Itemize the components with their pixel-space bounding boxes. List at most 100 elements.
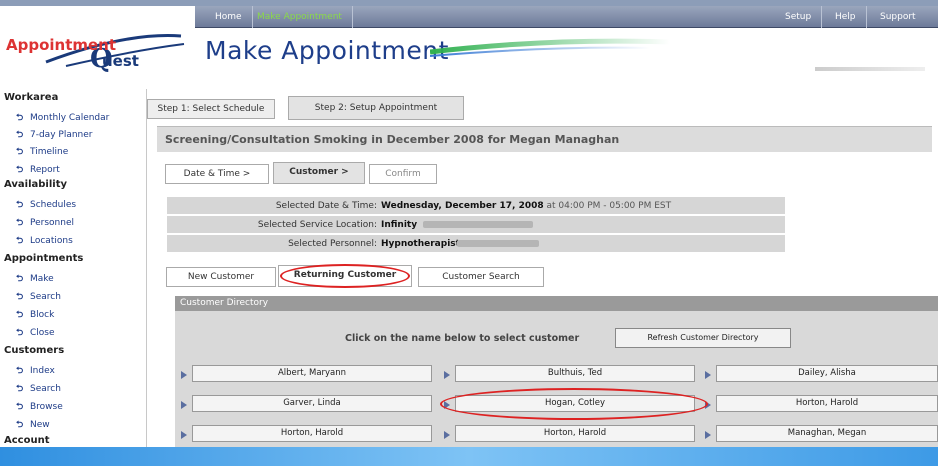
logo-text-2: uest [102,52,139,70]
sidebar-item-label: Report [30,165,60,175]
customer-horton-harold[interactable]: Horton, Harold [716,395,938,412]
redacted-block [457,240,539,247]
appointment-header: Screening/Consultation Smoking in Decemb… [157,126,932,152]
sidebar-item-label: Personnel [30,218,74,228]
customer-horton-harold[interactable]: Horton, Harold [192,425,432,442]
highlight-oval [280,264,410,288]
sidebar-item-new[interactable]: ⮌ New [16,417,50,433]
page-title: Make Appointment [205,36,449,65]
appointment-header-text: Screening/Consultation Smoking in Decemb… [165,133,620,146]
date-text: Wednesday, December 17, 2008 [381,201,544,211]
sidebar-item-label: New [30,420,50,430]
arrow-icon: ⮌ [16,328,24,338]
sidebar-item-7day-planner[interactable]: ⮌ 7-day Planner [16,127,92,143]
sidebar-item-timeline[interactable]: ⮌ Timeline [16,144,68,160]
sidebar-item-block[interactable]: ⮌ Block [16,307,54,323]
play-icon [444,431,450,439]
sidebar-item-label: Schedules [30,200,77,210]
arrow-icon: ⮌ [16,384,24,394]
tab-step-1[interactable]: Step 1: Select Schedule [147,99,275,119]
highlight-oval [440,388,708,420]
tab-confirm[interactable]: Confirm [369,164,437,184]
arrow-icon: ⮌ [16,236,24,246]
taskbar-strip [0,447,938,466]
play-icon [181,401,187,409]
faint-text [815,67,925,71]
tab-customer-search[interactable]: Customer Search [418,267,544,287]
info-location-row: Selected Service Location: Infinity [167,216,785,234]
arrow-icon: ⮌ [16,274,24,284]
tab-customer[interactable]: Customer > [273,162,365,184]
customer-bulthuis-ted[interactable]: Bulthuis, Ted [455,365,695,382]
arrow-icon: ⮌ [16,130,24,140]
play-icon [444,371,450,379]
sidebar-item-label: Timeline [30,147,69,157]
arrow-icon: ⮌ [16,366,24,376]
sidebar-item-search[interactable]: ⮌ Search [16,289,61,305]
sidebar-item-label: Monthly Calendar [30,113,110,123]
sidebar-item-locations[interactable]: ⮌ Locations [16,233,73,249]
redacted-block [423,221,533,228]
app-logo: Q Appointment uest [6,32,186,72]
customer-dailey-alisha[interactable]: Dailey, Alisha [716,365,938,382]
arrow-icon: ⮌ [16,147,24,157]
sidebar-item-monthly-calendar[interactable]: ⮌ Monthly Calendar [16,110,109,126]
sidebar-item-index[interactable]: ⮌ Index [16,363,55,379]
arrow-icon: ⮌ [16,113,24,123]
sidebar-item-label: Browse [30,402,63,412]
play-icon [181,431,187,439]
tab-new-customer[interactable]: New Customer [166,267,276,287]
nav-home[interactable]: Home [205,6,253,28]
play-icon [181,371,187,379]
arrow-icon: ⮌ [16,292,24,302]
nav-setup[interactable]: Setup [775,6,823,28]
location-label: Selected Service Location: [257,220,377,230]
time-range-text: at 04:00 PM - 05:00 PM EST [543,201,672,211]
sidebar-item-report[interactable]: ⮌ Report [16,162,60,178]
sidebar-item-label: Locations [30,236,73,246]
info-date-row: Selected Date & Time: Wednesday, Decembe… [167,197,785,215]
sidebar-item-browse[interactable]: ⮌ Browse [16,399,63,415]
arrow-icon: ⮌ [16,200,24,210]
personnel-label: Selected Personnel: [288,239,377,249]
top-nav: Home Make Appointment Setup Help Support [195,6,938,28]
date-value: Wednesday, December 17, 2008 at 04:00 PM… [381,197,671,215]
refresh-directory-button[interactable]: Refresh Customer Directory [615,328,791,348]
sidebar-heading-workarea: Workarea [4,92,59,103]
tab-date-time[interactable]: Date & Time > [165,164,269,184]
sidebar: Workarea ⮌ Monthly Calendar ⮌ 7-day Planne… [0,89,142,449]
personnel-value: Hypnotherapist [381,239,460,249]
date-label: Selected Date & Time: [275,201,377,211]
arrow-icon: ⮌ [16,165,24,175]
nav-help[interactable]: Help [825,6,867,28]
customer-garver-linda[interactable]: Garver, Linda [192,395,432,412]
sidebar-heading-customers: Customers [4,345,65,356]
info-personnel-row: Selected Personnel: Hypnotherapist [167,235,785,253]
customer-albert-maryann[interactable]: Albert, Maryann [192,365,432,382]
title-swoosh-icon [430,38,670,57]
play-icon [705,371,711,379]
tab-step-2[interactable]: Step 2: Setup Appointment [288,96,464,120]
sidebar-item-personnel[interactable]: ⮌ Personnel [16,215,74,231]
sidebar-item-label: Block [30,310,55,320]
arrow-icon: ⮌ [16,218,24,228]
sidebar-item-label: Make [30,274,54,284]
customer-managhan-megan[interactable]: Managhan, Megan [716,425,938,442]
sidebar-item-label: 7-day Planner [30,130,93,140]
arrow-icon: ⮌ [16,310,24,320]
sidebar-item-schedules[interactable]: ⮌ Schedules [16,197,76,213]
sidebar-item-label: Close [30,328,55,338]
arrow-icon: ⮌ [16,420,24,430]
sidebar-item-customer-search[interactable]: ⮌ Search [16,381,61,397]
sidebar-item-close[interactable]: ⮌ Close [16,325,55,341]
nav-make-appointment[interactable]: Make Appointment [247,6,353,28]
arrow-icon: ⮌ [16,402,24,412]
sidebar-heading-availability: Availability [4,179,67,190]
nav-support[interactable]: Support [870,6,926,28]
sidebar-heading-account: Account [4,435,50,446]
directory-title: Customer Directory [175,296,938,311]
directory-instruction: Click on the name below to select custom… [345,333,580,344]
location-value: Infinity [381,220,418,230]
sidebar-item-make[interactable]: ⮌ Make [16,271,54,287]
customer-horton-harold[interactable]: Horton, Harold [455,425,695,442]
